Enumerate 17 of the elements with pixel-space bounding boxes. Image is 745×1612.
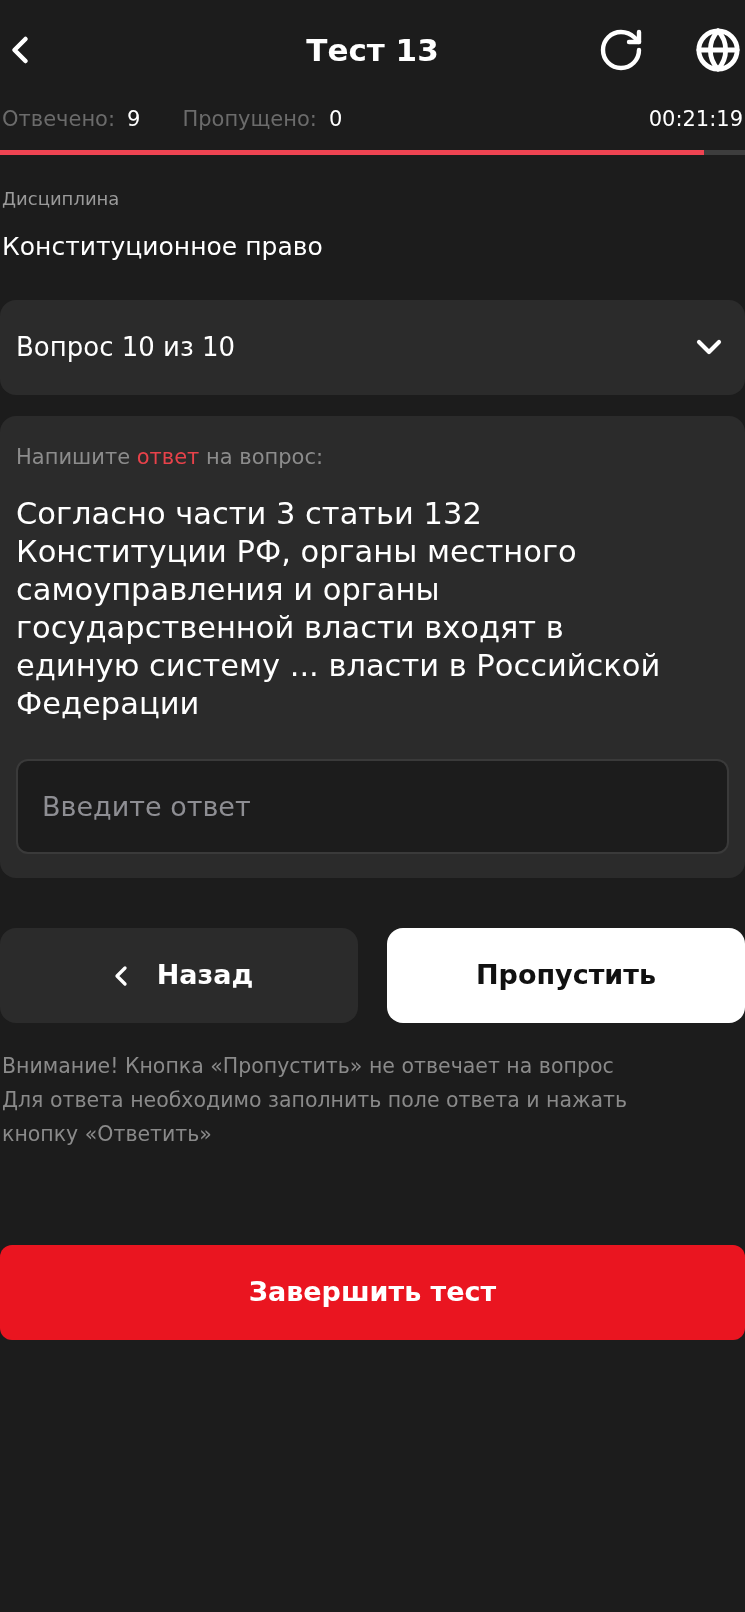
warning-text: Внимание! Кнопка «Пропустить» не отвечает на вопрос Для ответа необходимо заполнить поле ответа и нажать кнопку «Ответить» — [1, 1053, 629, 1148]
finish-test-button[interactable]: Завершить тест — [0, 1245, 745, 1340]
timer: 00:21:19 — [648, 106, 743, 134]
question-text: Согласно части 3 статьи 132 Конституции РФ, органы местного самоуправления и органы государственной власти входят в единую систему ... власти в Российской Федерации — [16, 495, 662, 723]
answer-input[interactable]: Введите ответ — [16, 759, 729, 854]
stat-value: 0 — [328, 106, 343, 134]
skip-button[interactable]: Пропустить — [387, 928, 745, 1023]
discipline-name: Конституционное право — [2, 231, 324, 263]
globe-icon[interactable] — [695, 27, 741, 73]
screen-title: Тест 13 — [306, 30, 439, 70]
discipline-label: Дисциплина — [2, 187, 121, 211]
stat-value: 9 — [127, 106, 141, 134]
prompt-text: Напишите ответ на вопрос: — [16, 443, 325, 471]
question-dropdown[interactable]: Вопрос 10 из 10 — [0, 299, 745, 395]
back-button[interactable]: Назад — [0, 928, 358, 1023]
stat-label: Пропущено: — [182, 106, 317, 134]
stat-label: Отвечено: — [2, 106, 116, 134]
